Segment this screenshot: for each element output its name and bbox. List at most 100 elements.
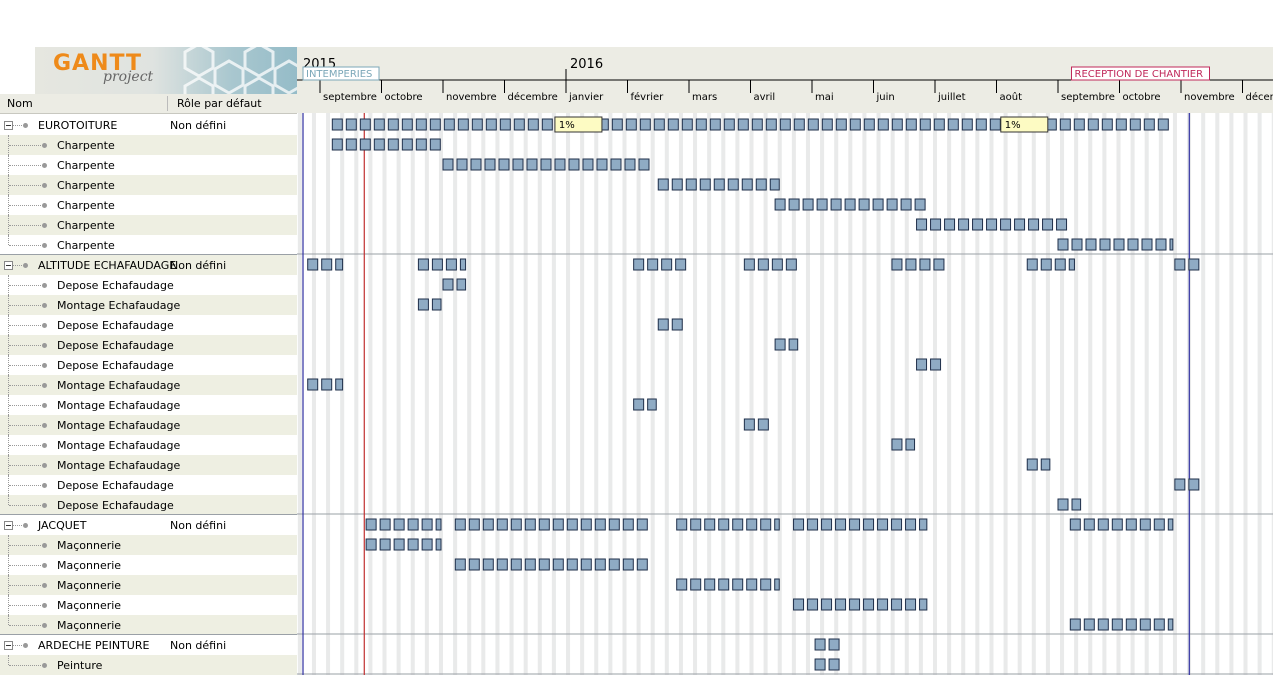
task-bar-segment[interactable] [582,158,594,171]
task-bar-segment[interactable] [1174,478,1186,491]
task-bar-segment[interactable] [373,138,385,151]
task-bar-segment[interactable] [732,518,744,531]
task-bar-segment[interactable] [891,438,903,451]
task-bar-segment[interactable] [816,198,828,211]
task-bar-segment[interactable] [331,118,343,131]
task-bar-segment[interactable] [743,418,755,431]
task-bar-segment[interactable] [435,518,442,531]
task-bar-segment[interactable] [610,158,622,171]
task-bar-segment[interactable] [335,258,344,271]
task-bar-segment[interactable] [417,258,429,271]
task-bar-segment[interactable] [1125,518,1137,531]
task-bar-segment[interactable] [1042,218,1054,231]
task-bar-segment[interactable] [639,118,651,131]
task-bar-segment[interactable] [307,378,319,391]
task-row[interactable]: Maçonnerie [0,575,297,595]
task-bar-segment[interactable] [757,258,769,271]
column-header-role[interactable]: Rôle par défaut [177,97,262,110]
task-bar-segment[interactable] [905,258,917,271]
task-bar-segment[interactable] [636,518,648,531]
column-divider[interactable] [167,96,168,111]
task-bar-segment[interactable] [484,158,496,171]
task-bar-segment[interactable] [849,118,861,131]
task-bar-segment[interactable] [1167,518,1174,531]
task-group-row[interactable]: ALTITUDE ECHAFAUDAGE Non défini [0,255,297,275]
task-bar-segment[interactable] [496,558,508,571]
task-bar-segment[interactable] [608,518,620,531]
task-bar-segment[interactable] [916,218,928,231]
task-bar-segment[interactable] [774,518,780,531]
task-bar-segment[interactable] [524,558,536,571]
task-bar-segment[interactable] [933,118,945,131]
task-bar-segment[interactable] [1040,458,1051,471]
collapse-toggle-icon[interactable] [4,521,13,530]
task-bar-segment[interactable] [793,518,805,531]
task-bar-segment[interactable] [788,198,800,211]
task-bar-segment[interactable] [1085,238,1097,251]
task-bar-segment[interactable] [743,258,755,271]
task-bar-segment[interactable] [919,518,928,531]
task-bar-segment[interactable] [421,538,433,551]
task-bar-segment[interactable] [512,158,524,171]
task-bar-segment[interactable] [828,638,840,651]
task-bar-segment[interactable] [1083,618,1095,631]
task-bar-segment[interactable] [566,558,578,571]
task-bar-segment[interactable] [431,298,442,311]
task-bar-segment[interactable] [947,118,959,131]
task-bar-segment[interactable] [633,398,645,411]
task-bar-segment[interactable] [919,258,931,271]
task-bar-segment[interactable] [482,558,494,571]
task-bar-segment[interactable] [760,518,772,531]
task-bar-segment[interactable] [429,118,441,131]
task-row[interactable]: Maçonnerie [0,555,297,575]
task-bar-segment[interactable] [1153,518,1165,531]
task-bar-segment[interactable] [417,298,429,311]
task-bar-segment[interactable] [566,518,578,531]
task-bar-segment[interactable] [690,578,702,591]
task-bar-segment[interactable] [788,338,799,351]
task-bar-segment[interactable] [1111,618,1123,631]
task-bar-segment[interactable] [1188,478,1200,491]
task-bar-segment[interactable] [335,378,344,391]
task-bar-segment[interactable] [905,518,917,531]
task-row[interactable]: Charpente [0,195,297,215]
task-bar-segment[interactable] [580,518,592,531]
task-bar-segment[interactable] [365,538,377,551]
task-bar-segment[interactable] [905,438,916,451]
task-bar-segment[interactable] [830,198,842,211]
task-bar-segment[interactable] [802,198,814,211]
task-bar-segment[interactable] [676,578,688,591]
task-bar-segment[interactable] [657,318,669,331]
task-bar-segment[interactable] [541,118,553,131]
task-group-row[interactable]: ARDECHE PEINTURE Non défini [0,635,297,655]
task-bar-segment[interactable] [863,598,875,611]
task-bar-segment[interactable] [699,178,711,191]
task-bar-segment[interactable] [718,578,730,591]
task-bar-segment[interactable] [1157,118,1169,131]
task-bar-segment[interactable] [835,518,847,531]
task-bar-segment[interactable] [671,318,683,331]
task-bar-segment[interactable] [538,558,550,571]
task-bar-segment[interactable] [552,558,564,571]
task-bar-segment[interactable] [793,118,805,131]
task-bar-segment[interactable] [718,518,730,531]
task-bar-segment[interactable] [914,198,926,211]
task-bar-segment[interactable] [359,138,371,151]
task-bar-segment[interactable] [916,358,928,371]
task-bar-segment[interactable] [554,158,566,171]
task-row[interactable]: Depose Echafaudage [0,315,297,335]
task-bar-segment[interactable] [1069,518,1081,531]
task-bar-segment[interactable] [1069,618,1081,631]
task-bar-segment[interactable] [359,118,371,131]
task-bar-segment[interactable] [891,118,903,131]
task-bar-segment[interactable] [611,118,623,131]
task-bar-segment[interactable] [456,278,467,291]
task-bar-segment[interactable] [1059,118,1071,131]
task-bar-segment[interactable] [653,118,665,131]
task-bar-segment[interactable] [498,158,510,171]
task-bar-segment[interactable] [905,118,917,131]
task-bar-segment[interactable] [457,118,469,131]
task-bar-segment[interactable] [429,138,441,151]
task-bar-segment[interactable] [1026,258,1038,271]
task-bar-segment[interactable] [454,558,466,571]
